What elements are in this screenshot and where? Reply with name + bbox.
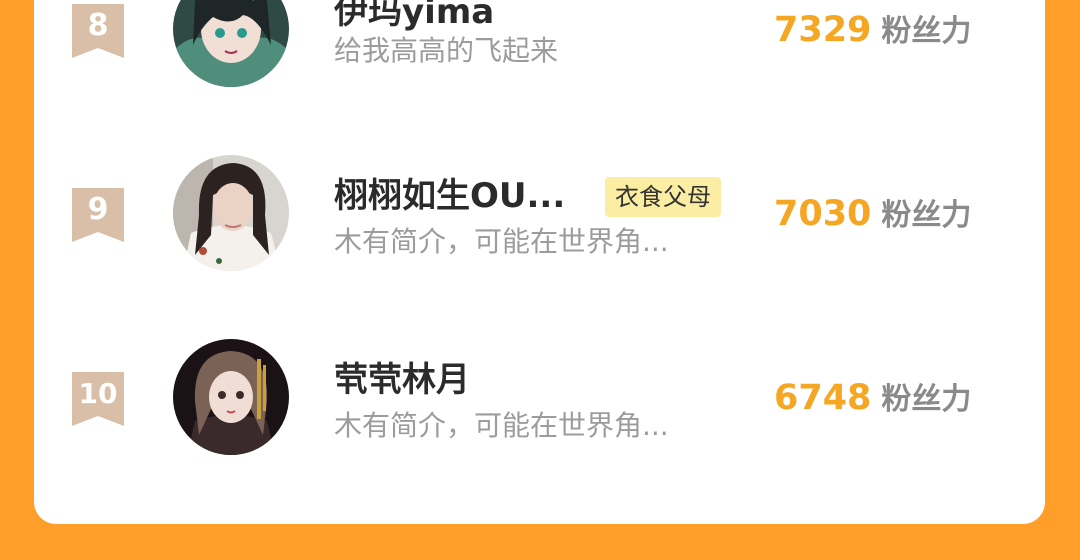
score-value: 7329 bbox=[774, 10, 872, 50]
anime-avatar-icon[interactable] bbox=[173, 0, 289, 87]
leaderboard-row[interactable]: 10 茕茕林月 木有简介，可能在世界角... 6748 粉丝力 bbox=[34, 328, 1045, 512]
rank-number: 10 bbox=[78, 377, 118, 410]
score-value: 6748 bbox=[774, 378, 872, 418]
leaderboard-panel: 8 伊玛yima 给我高高的飞起来 7329 粉丝力 9 栩栩如生OU... 衣… bbox=[34, 0, 1045, 524]
score-unit: 粉丝力 bbox=[881, 198, 972, 233]
score-unit: 粉丝力 bbox=[881, 382, 972, 417]
user-photo-avatar-icon[interactable] bbox=[173, 155, 289, 271]
user-bio: 木有简介，可能在世界角... bbox=[334, 225, 669, 258]
fan-power-score: 6748 粉丝力 bbox=[774, 376, 971, 426]
rank-number: 9 bbox=[87, 192, 109, 227]
score-value: 7030 bbox=[774, 194, 872, 234]
score-unit: 粉丝力 bbox=[881, 14, 972, 49]
rank-ribbon-icon: 9 bbox=[72, 188, 124, 242]
user-name[interactable]: 茕茕林月 bbox=[334, 358, 470, 402]
leaderboard-row[interactable]: 8 伊玛yima 给我高高的飞起来 7329 粉丝力 bbox=[34, 0, 1045, 144]
user-name[interactable]: 伊玛yima bbox=[334, 0, 494, 34]
user-bio: 给我高高的飞起来 bbox=[334, 34, 559, 67]
user-bio: 木有简介，可能在世界角... bbox=[334, 409, 669, 442]
rank-ribbon-icon: 8 bbox=[72, 4, 124, 58]
user-name[interactable]: 栩栩如生OU... bbox=[334, 174, 565, 218]
doll-avatar-icon[interactable] bbox=[173, 339, 289, 455]
fan-power-score: 7329 粉丝力 bbox=[774, 8, 971, 58]
fan-power-score: 7030 粉丝力 bbox=[774, 192, 971, 242]
rank-ribbon-icon: 10 bbox=[72, 372, 124, 426]
rank-number: 8 bbox=[87, 8, 109, 43]
leaderboard-row[interactable]: 9 栩栩如生OU... 衣食父母 木有简介，可能在世界角... 7030 粉丝力 bbox=[34, 144, 1045, 328]
fan-title-badge: 衣食父母 bbox=[605, 177, 721, 217]
